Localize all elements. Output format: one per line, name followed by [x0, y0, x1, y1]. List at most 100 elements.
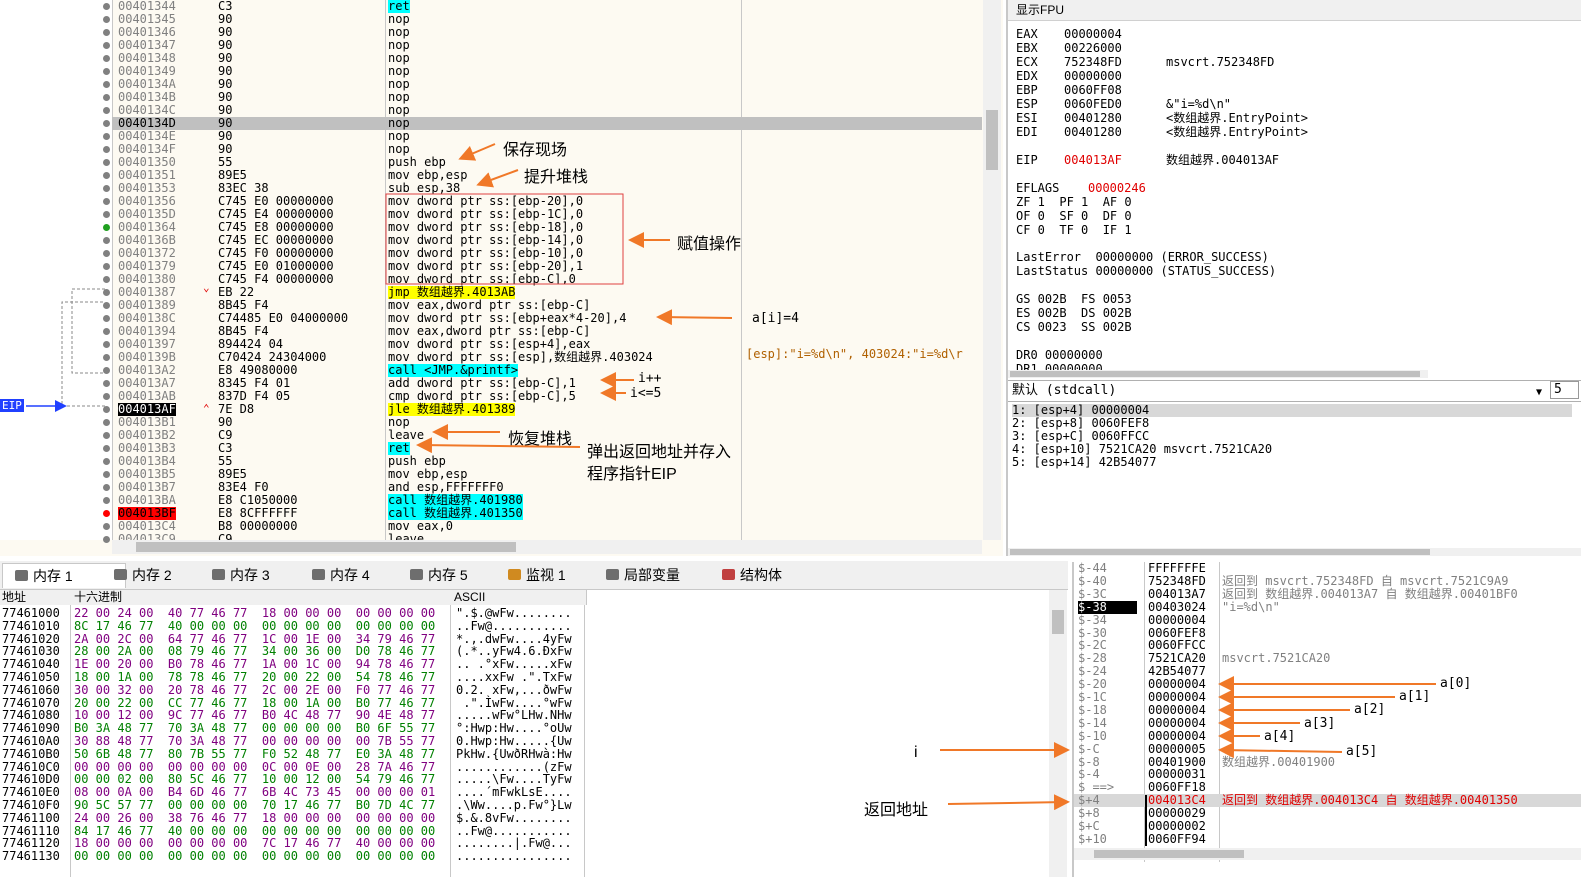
stack-row[interactable]: $-10 00000004	[1074, 729, 1581, 743]
line-dot[interactable]	[103, 302, 110, 309]
disasm-row[interactable]: 004013C4 B8 00000000 mov eax,0	[112, 520, 982, 533]
line-dot[interactable]	[103, 380, 110, 387]
stack-row[interactable]: $-40 752348FD 返回到 msvcrt.752348FD 自 msvcrt…	[1074, 574, 1581, 588]
line-dot[interactable]	[103, 484, 110, 491]
scroll-thumb[interactable]	[1094, 850, 1244, 858]
line-dot[interactable]	[103, 81, 110, 88]
line-dot[interactable]	[103, 419, 110, 426]
struct-icon	[722, 569, 735, 580]
scroll-thumb[interactable]	[136, 542, 516, 552]
line-dot[interactable]	[103, 42, 110, 49]
line-dot[interactable]	[103, 523, 110, 530]
stack-row[interactable]: $-C 00000005	[1074, 742, 1581, 756]
stack-h-scrollbar[interactable]	[1074, 848, 1581, 860]
line-dot[interactable]	[103, 471, 110, 478]
line-dot[interactable]	[103, 458, 110, 465]
segment-line: GS 002B FS 0053	[1016, 292, 1132, 306]
line-dot[interactable]	[103, 198, 110, 205]
line-dot[interactable]	[103, 29, 110, 36]
chevron-down-icon[interactable]: ▼	[1536, 383, 1542, 403]
dump-address: 77461100	[2, 810, 60, 825]
line-dot[interactable]	[103, 432, 110, 439]
disasm-row[interactable]: 0040134A 90 nop	[112, 78, 982, 91]
disasm-row[interactable]: 00401344 C3 ret	[112, 0, 982, 13]
dump-v-scrollbar[interactable]	[1049, 590, 1067, 877]
disasm-row[interactable]: 0040134D 90 nop	[112, 117, 982, 130]
line-dot[interactable]	[103, 445, 110, 452]
scroll-thumb[interactable]	[1010, 549, 1430, 555]
hex-column-header[interactable]: 十六进制	[72, 590, 453, 605]
line-dot[interactable]	[103, 367, 110, 374]
stack-row[interactable]: $-3C 004013A7 返回到 数组越界.004013A7 自 数组越界.004…	[1074, 587, 1581, 601]
line-dot[interactable]	[103, 94, 110, 101]
dump-row[interactable]: 774610B0 50 6B 48 77 80 7B 55 77 F0 52 48…	[0, 747, 1048, 761]
line-dot[interactable]	[103, 16, 110, 23]
line-dot[interactable]	[103, 289, 110, 296]
line-dot[interactable]	[103, 172, 110, 179]
scroll-thumb[interactable]	[986, 110, 998, 170]
disasm-h-scrollbar[interactable]	[112, 540, 982, 554]
line-dot[interactable]	[103, 133, 110, 140]
line-dot[interactable]	[103, 146, 110, 153]
dump-row[interactable]: 77461060 30 00 32 00 20 78 46 77 2C 00 2E…	[0, 683, 1048, 697]
line-dot[interactable]	[103, 263, 110, 270]
stack-comment: 返回到 数组越界.004013C4 自 数组越界.00401350	[1222, 793, 1518, 808]
ascii-column-header[interactable]: ASCII	[452, 590, 587, 605]
line-dot[interactable]	[103, 120, 110, 127]
line-dot[interactable]	[103, 393, 110, 400]
memory-chip-icon	[212, 569, 225, 580]
line-dot[interactable]	[103, 68, 110, 75]
disasm-row[interactable]: 00401347 90 nop	[112, 39, 982, 52]
line-dot[interactable]	[103, 406, 110, 413]
line-dot[interactable]	[103, 3, 110, 10]
line-dot[interactable]	[103, 55, 110, 62]
disasm-row[interactable]: 00401346 90 nop	[112, 26, 982, 39]
line-dot[interactable]	[103, 159, 110, 166]
registers-panel[interactable]: 显示FPU EAX 00000004 EBX 00226000 ECX 752348FD m…	[1006, 0, 1581, 380]
line-dot[interactable]	[103, 328, 110, 335]
disasm-row[interactable]: 00401345 90 nop	[112, 13, 982, 26]
dump-row[interactable]: 77461010 8C 17 46 77 40 00 00 00 00 00 00…	[0, 619, 1048, 633]
disasm-row[interactable]: 00401349 90 nop	[112, 65, 982, 78]
tab-label: 结构体	[740, 567, 782, 583]
tab-label: 内存 5	[428, 567, 468, 583]
memory-dump-panel[interactable]: 地址 十六进制 ASCII 77461000 22 00 24 00 40 77 …	[0, 590, 1068, 877]
call-arg-line[interactable]: 5: [esp+14] 42B54077	[1012, 456, 1157, 469]
stack-row[interactable]: $-18 00000004	[1074, 703, 1581, 717]
calling-convention-select[interactable]: 默认 (stdcall) ▼ 5	[1008, 380, 1581, 402]
disasm-row[interactable]: 004013AF 7E D8 jle 数组越界.401389	[112, 403, 982, 416]
line-dot[interactable]	[103, 107, 110, 114]
disasm-row[interactable]: 0040134C 90 nop	[112, 104, 982, 117]
addr-column-header[interactable]: 地址	[0, 590, 73, 605]
line-dot[interactable]	[103, 250, 110, 257]
line-dot[interactable]	[103, 237, 110, 244]
line-dot[interactable]	[103, 315, 110, 322]
disasm-v-scrollbar[interactable]	[983, 0, 1001, 540]
tab-struct[interactable]: 结构体	[710, 563, 832, 587]
disassembly-panel[interactable]: 00401344 C3 ret 00401345 90 nop 00401346 90 nop 0…	[0, 0, 1003, 556]
args-h-scrollbar[interactable]	[1008, 548, 1581, 556]
line-dot[interactable]	[103, 185, 110, 192]
register-name: ESI	[1016, 111, 1038, 125]
call-args-panel[interactable]: 默认 (stdcall) ▼ 5 1: [esp+4] 00000004 2: […	[1006, 380, 1581, 556]
segment-line: CS 0023 SS 002B	[1016, 320, 1132, 334]
line-dot[interactable]	[103, 211, 110, 218]
breakpoint-dot[interactable]	[103, 510, 110, 517]
line-dot[interactable]	[103, 497, 110, 504]
stack-row[interactable]: $-34 00000004	[1074, 613, 1581, 627]
stack-row[interactable]: $+10 0060FF94	[1074, 832, 1581, 846]
arg-count-field[interactable]: 5	[1550, 381, 1579, 399]
line-dot[interactable]	[103, 276, 110, 283]
disasm-row[interactable]: 0040134B 90 nop	[112, 91, 982, 104]
line-dot[interactable]	[103, 536, 110, 543]
stack-row[interactable]: $-38 00403024 "i=%d\n"	[1074, 600, 1581, 614]
scroll-thumb[interactable]	[1010, 371, 1420, 377]
scroll-thumb[interactable]	[1052, 610, 1064, 634]
disasm-row[interactable]: 00401348 90 nop	[112, 52, 982, 65]
dump-row[interactable]: 77461130 00 00 00 00 00 00 00 00 00 00 00…	[0, 850, 1048, 863]
line-dot[interactable]	[103, 354, 110, 361]
line-dot[interactable]	[103, 341, 110, 348]
regs-h-scrollbar[interactable]	[1008, 370, 1428, 378]
show-fpu-button[interactable]: 显示FPU	[1008, 0, 1581, 21]
line-dot[interactable]	[103, 224, 110, 231]
